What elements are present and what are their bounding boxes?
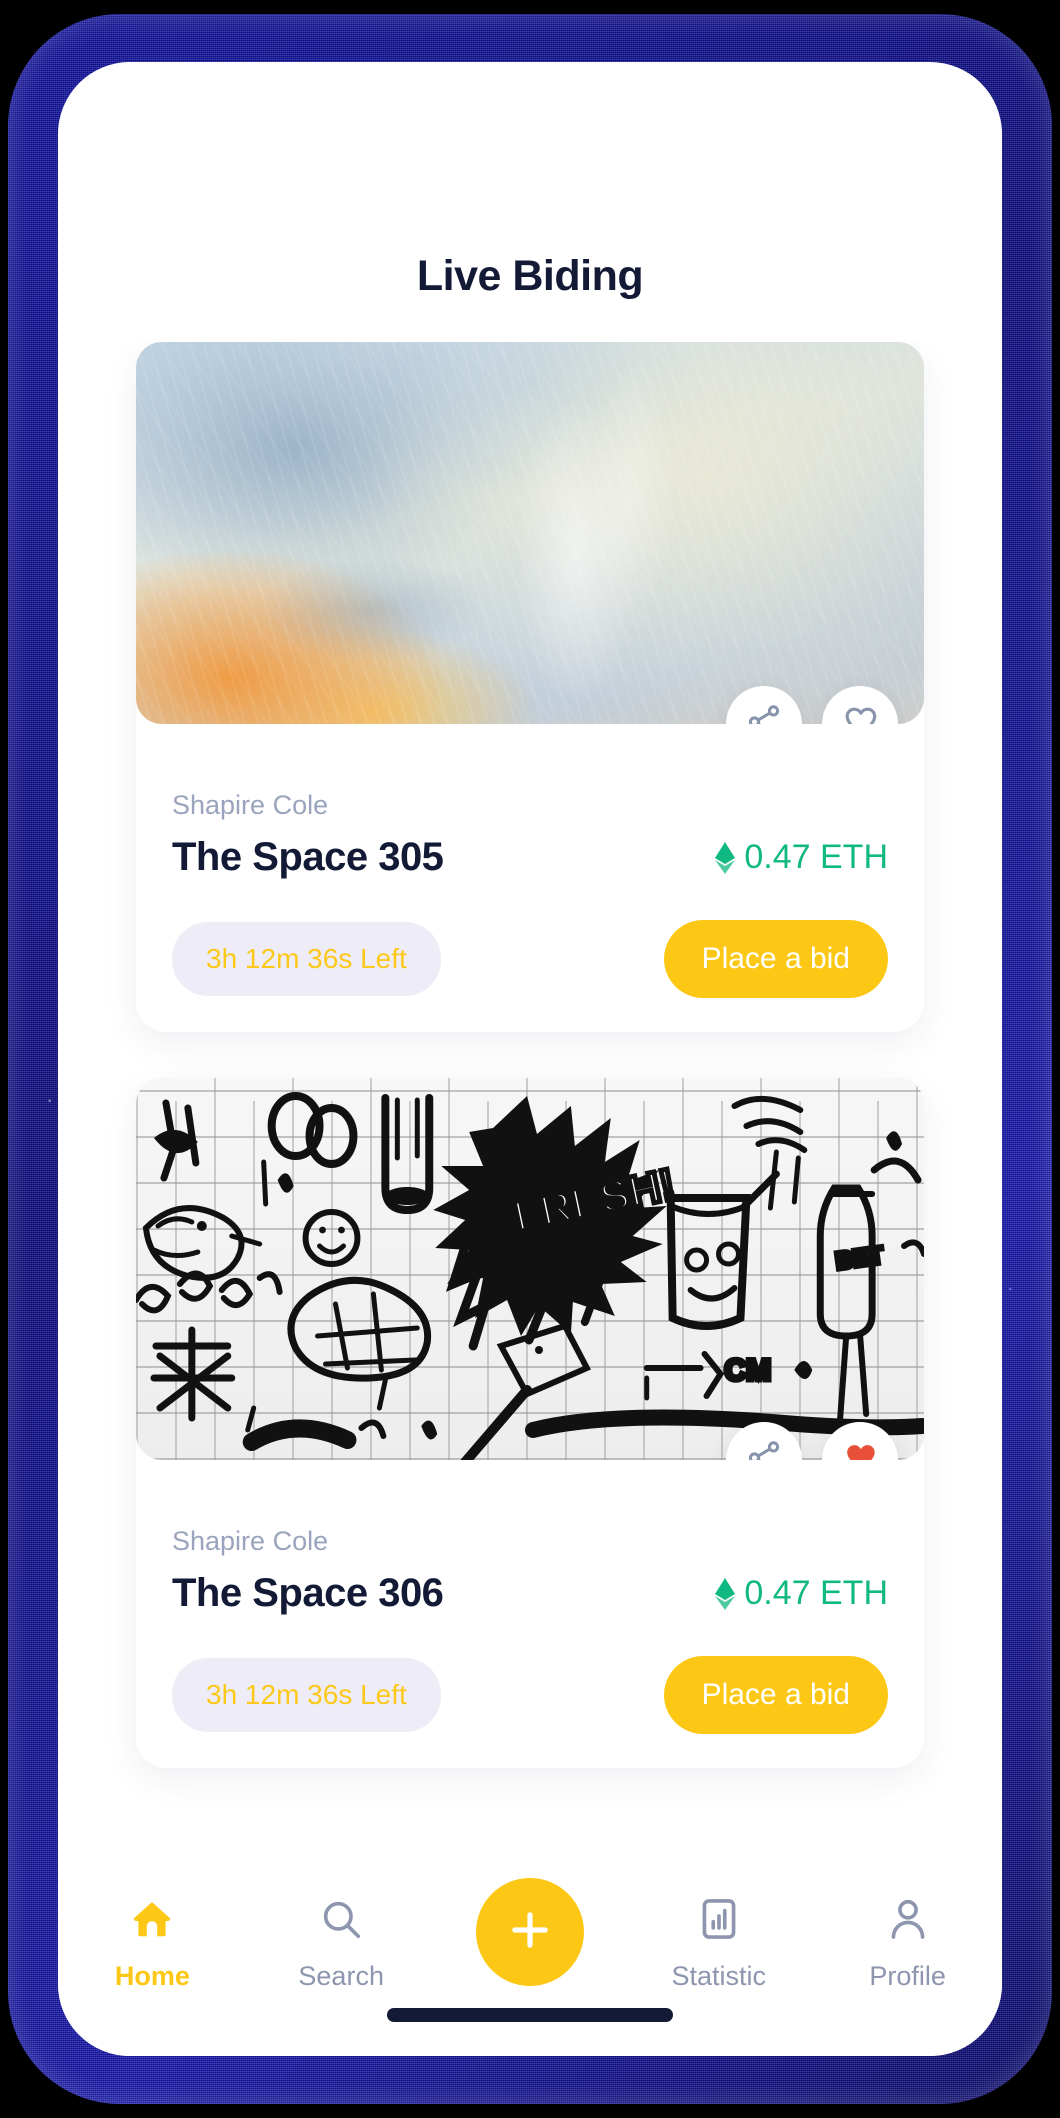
heart-outline-icon	[840, 702, 880, 724]
abstract-marble-artwork	[136, 342, 924, 724]
place-bid-button[interactable]: Place a bid	[663, 920, 888, 998]
like-button[interactable]	[822, 1422, 898, 1460]
nft-price: 0.47 ETH	[715, 1574, 888, 1613]
auction-timer-badge: 3h 12m 36s Left	[172, 922, 441, 996]
media-action-group[interactable]	[726, 1422, 898, 1460]
nft-name: The Space 306	[172, 1571, 444, 1615]
nft-author: Shapire Cole	[172, 1526, 329, 1556]
share-button[interactable]	[726, 686, 802, 724]
phone-screen: Live Biding Shapire Cole The Space 305 0…	[58, 62, 1002, 2056]
nft-card[interactable]: Shapire Cole The Space 305 0.47 ETH 3h 1…	[136, 342, 924, 1032]
nav-label-home: Home	[114, 1961, 190, 1991]
nft-price: 0.47 ETH	[715, 838, 888, 877]
nft-artwork: FRESH! BET CM	[136, 1078, 924, 1460]
nav-item-profile[interactable]: Profile	[813, 1896, 1002, 1992]
nav-label-statistic: Statistic	[671, 1961, 767, 1991]
svg-text:BET: BET	[834, 1242, 885, 1275]
nav-item-create[interactable]	[436, 1878, 625, 1986]
like-button[interactable]	[822, 686, 898, 724]
nft-price-text: 0.47 ETH	[744, 838, 888, 876]
nft-title-row: The Space 305 0.47 ETH	[172, 835, 888, 880]
nft-action-row: 3h 12m 36s Left Place a bid	[172, 1656, 888, 1734]
nft-card-body: Shapire Cole The Space 306 0.47 ETH 3h 1…	[136, 1460, 924, 1768]
graffiti-wall-artwork: FRESH! BET CM	[136, 1078, 924, 1460]
share-button[interactable]	[726, 1422, 802, 1460]
nft-card-body: Shapire Cole The Space 305 0.47 ETH 3h 1…	[136, 724, 924, 1032]
plus-icon	[504, 1904, 556, 1961]
media-action-group[interactable]	[726, 686, 898, 724]
nft-name: The Space 305	[172, 835, 444, 879]
share-icon	[745, 1439, 783, 1460]
chart-bar-icon	[696, 1896, 742, 1947]
place-bid-button[interactable]: Place a bid	[663, 1656, 888, 1734]
ethereum-icon	[715, 1577, 736, 1610]
home-icon	[129, 1896, 175, 1947]
search-icon	[318, 1896, 364, 1947]
auction-timer-badge: 3h 12m 36s Left	[172, 1658, 441, 1732]
nav-label-search: Search	[298, 1961, 384, 1991]
svg-text:CM: CM	[725, 1354, 772, 1387]
card-list[interactable]: Shapire Cole The Space 305 0.47 ETH 3h 1…	[58, 342, 1002, 2056]
share-icon	[745, 703, 783, 724]
nav-item-home[interactable]: Home	[58, 1896, 247, 1992]
ethereum-icon	[715, 841, 736, 874]
heart-filled-icon	[840, 1438, 880, 1460]
nav-label-profile: Profile	[869, 1961, 946, 1991]
nft-author: Shapire Cole	[172, 790, 329, 820]
page-title: Live Biding	[416, 252, 644, 300]
nft-artwork	[136, 342, 924, 724]
nft-price-text: 0.47 ETH	[744, 1574, 888, 1612]
nav-item-statistic[interactable]: Statistic	[624, 1896, 813, 1992]
bottom-navigation-bar[interactable]: Home Search Statistic Profile	[58, 1870, 1002, 2056]
person-icon	[885, 1896, 931, 1947]
add-button[interactable]	[475, 1878, 584, 1986]
graffiti-strokes: FRESH! BET CM	[136, 1092, 924, 1460]
nav-item-search[interactable]: Search	[247, 1896, 436, 1992]
home-indicator	[387, 2008, 673, 2022]
nft-action-row: 3h 12m 36s Left Place a bid	[172, 920, 888, 998]
nft-card[interactable]: FRESH! BET CM Shapire Cole The Space 306…	[136, 1078, 924, 1768]
nft-title-row: The Space 306 0.47 ETH	[172, 1571, 888, 1616]
